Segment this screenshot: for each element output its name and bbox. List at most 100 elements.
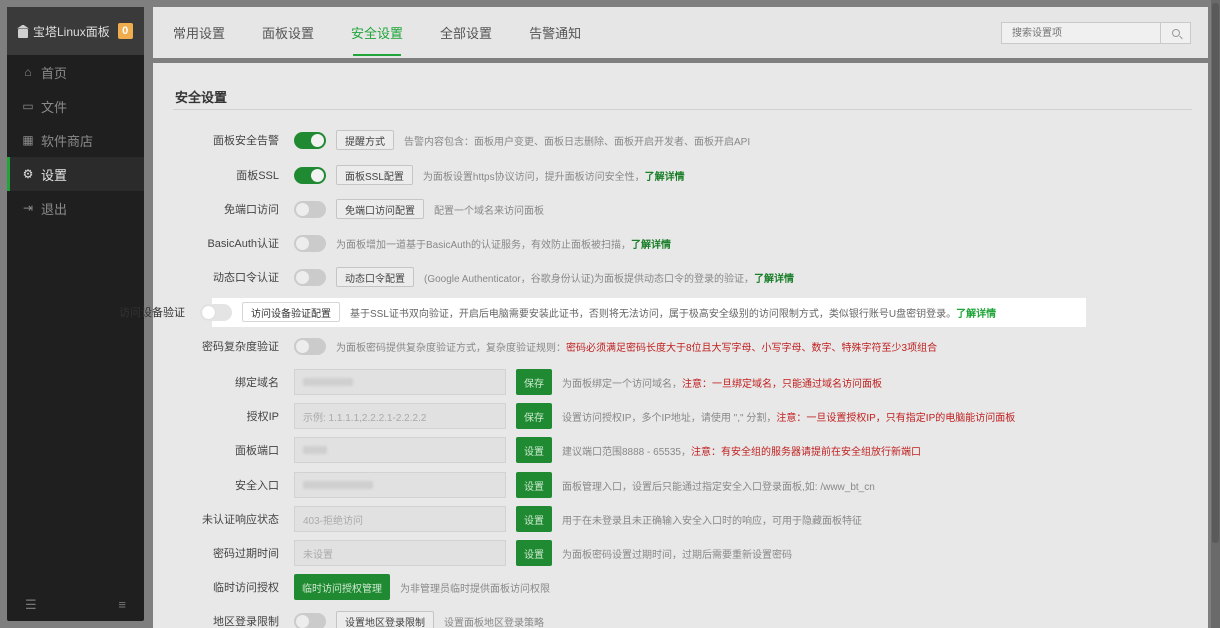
search-button[interactable] <box>1161 22 1191 44</box>
expire-field[interactable]: 未设置 <box>294 540 506 566</box>
sidebar-item-home[interactable]: ⌂ 首页 <box>7 55 144 89</box>
basicauth-toggle[interactable] <box>294 234 326 252</box>
entry-set-button[interactable]: 设置 <box>516 472 552 498</box>
sidebar-item-settings[interactable]: ⚙ 设置 <box>7 157 144 191</box>
tab-alerts[interactable]: 告警通知 <box>529 7 581 58</box>
sidebar-item-files[interactable]: ▭ 文件 <box>7 89 144 123</box>
setting-row-unauth: 未认证响应状态 403-拒绝访问 设置 用于在未登录且未正确输入安全入口时的响应… <box>153 505 1208 533</box>
sidebar-item-store[interactable]: ▦ 软件商店 <box>7 123 144 157</box>
search-icon <box>1171 29 1180 37</box>
device-config-button[interactable]: 访问设备验证配置 <box>242 302 340 322</box>
unauth-set-button[interactable]: 设置 <box>516 506 552 532</box>
ssl-config-button[interactable]: 面板SSL配置 <box>336 165 413 185</box>
expire-set-button[interactable]: 设置 <box>516 540 552 566</box>
home-icon: ⌂ <box>24 65 32 79</box>
tab-all[interactable]: 全部设置 <box>440 7 492 58</box>
setting-row-ssl: 面板SSL 面板SSL配置 为面板设置https协议访问，提升面板访问安全性，了… <box>153 164 1208 186</box>
bt-logo-icon <box>17 25 29 38</box>
setting-desc: 为面板设置https协议访问，提升面板访问安全性，了解详情 <box>422 171 685 183</box>
setting-desc: 设置面板地区登录策略 <box>444 617 544 628</box>
setting-row-ip: 授权IP 示例: 1.1.1.1,2.2.2.1-2.2.2.2 保存 设置访问… <box>153 402 1208 430</box>
tab-common[interactable]: 常用设置 <box>173 7 225 58</box>
setting-label: 访问设备验证 <box>119 307 185 319</box>
port-set-button[interactable]: 设置 <box>516 437 552 463</box>
setting-row-expire: 密码过期时间 未设置 设置 为面板密码设置过期时间，过期后需要重新设置密码 <box>153 539 1208 567</box>
redacted-value <box>303 378 353 386</box>
temp-auth-button[interactable]: 临时访问授权管理 <box>294 574 390 600</box>
setting-row-temp: 临时访问授权 临时访问授权管理 为非管理员临时提供面板访问权限 <box>153 573 1208 601</box>
alarm-config-button[interactable]: 提醒方式 <box>336 130 394 150</box>
search-input[interactable] <box>1001 22 1161 44</box>
unauth-status-field[interactable]: 403-拒绝访问 <box>294 506 506 532</box>
setting-label: 面板安全告警 <box>213 135 279 147</box>
brand-name: 宝塔Linux面板 <box>33 24 110 39</box>
logout-icon: ⇥ <box>22 201 34 215</box>
setting-row-domain: 绑定域名 保存 为面板绑定一个访问域名，注意：一旦绑定域名，只能通过域名访问面板 <box>153 368 1208 396</box>
domain-input[interactable] <box>294 369 506 395</box>
tab-panel[interactable]: 面板设置 <box>262 7 314 58</box>
complexity-toggle[interactable] <box>294 337 326 355</box>
setting-desc: 为面板增加一道基于BasicAuth的认证服务，有效防止面板被扫描，了解详情 <box>336 239 672 251</box>
alarm-toggle[interactable] <box>294 131 326 149</box>
page-scrollbar[interactable] <box>1211 0 1220 628</box>
setting-label: BasicAuth认证 <box>207 238 279 250</box>
learn-more-link[interactable]: 了解详情 <box>956 309 996 320</box>
setting-label: 免端口访问 <box>224 204 279 216</box>
noport-toggle[interactable] <box>294 200 326 218</box>
setting-desc: 为面板密码提供复杂度验证方式，复杂度验证规则：密码必须满足密码长度大于8位且大写… <box>336 342 938 354</box>
highlighted-row: 访问设备验证 访问设备验证配置 基于SSL证书双向验证，开启后电脑需要安装此证书… <box>119 298 1086 327</box>
setting-desc: 配置一个域名来访问面板 <box>434 205 544 217</box>
setting-desc: 基于SSL证书双向验证，开启后电脑需要安装此证书，否则将无法访问，属于极高安全级… <box>350 308 997 320</box>
learn-more-link[interactable]: 了解详情 <box>754 274 794 285</box>
domain-save-button[interactable]: 保存 <box>516 369 552 395</box>
sidebar-item-logout[interactable]: ⇥ 退出 <box>7 191 144 225</box>
setting-desc: (Google Authenticator，谷歌身份认证)为面板提供动态口令的登… <box>424 273 795 285</box>
totp-config-button[interactable]: 动态口令配置 <box>336 267 414 287</box>
scrollbar-thumb[interactable] <box>1212 3 1219 543</box>
setting-row-totp: 动态口令认证 动态口令配置 (Google Authenticator，谷歌身份… <box>153 266 1208 288</box>
setting-label: 密码复杂度验证 <box>202 341 279 353</box>
redacted-value <box>303 446 327 454</box>
setting-desc: 建议端口范围8888 - 65535，注意：有安全组的服务器请提前在安全组放行新… <box>562 446 921 458</box>
setting-label: 授权IP <box>246 411 279 423</box>
noport-config-button[interactable]: 免端口访问配置 <box>336 199 424 219</box>
notification-badge[interactable]: 0 <box>117 23 133 39</box>
redacted-value <box>303 481 373 489</box>
setting-desc: 告警内容包含：面板用户变更、面板日志删除、面板开启开发者、面板开启API <box>404 136 751 148</box>
ip-input[interactable]: 示例: 1.1.1.1,2.2.2.1-2.2.2.2 <box>294 403 506 429</box>
device-toggle[interactable] <box>200 303 232 321</box>
setting-desc: 设置访问授权IP，多个IP地址，请使用 "," 分割，注意：一旦设置授权IP，只… <box>562 412 1016 424</box>
setting-label: 未认证响应状态 <box>202 514 279 526</box>
setting-row-port: 面板端口 设置 建议端口范围8888 - 65535，注意：有安全组的服务器请提… <box>153 436 1208 464</box>
learn-more-link[interactable]: 了解详情 <box>645 172 685 183</box>
setting-row-basicauth: BasicAuth认证 为面板增加一道基于BasicAuth的认证服务，有效防止… <box>153 232 1208 254</box>
grid-icon: ▦ <box>22 133 34 147</box>
setting-desc: 为面板绑定一个访问域名，注意：一旦绑定域名，只能通过域名访问面板 <box>562 378 882 390</box>
learn-more-link[interactable]: 了解详情 <box>631 240 671 251</box>
section-title: 安全设置 <box>175 90 228 105</box>
tab-security[interactable]: 安全设置 <box>351 7 403 58</box>
ssl-toggle[interactable] <box>294 166 326 184</box>
setting-row-device: 访问设备验证 访问设备验证配置 基于SSL证书双向验证，开启后电脑需要安装此证书… <box>59 301 1114 323</box>
setting-desc: 为面板密码设置过期时间，过期后需要重新设置密码 <box>562 549 792 561</box>
setting-desc: 面板管理入口，设置后只能通过指定安全入口登录面板,如: /www_bt_cn <box>562 481 875 493</box>
setting-label: 密码过期时间 <box>213 548 279 560</box>
region-config-button[interactable]: 设置地区登录限制 <box>336 611 434 628</box>
folder-icon: ▭ <box>22 99 34 113</box>
collapse-icon[interactable]: ☰ <box>25 597 37 613</box>
setting-label: 临时访问授权 <box>213 582 279 594</box>
setting-label: 绑定域名 <box>235 377 279 389</box>
setting-label: 地区登录限制 <box>213 616 279 628</box>
setting-row-alarm: 面板安全告警 提醒方式 告警内容包含：面板用户变更、面板日志删除、面板开启开发者… <box>153 129 1208 151</box>
setting-row-complexity: 密码复杂度验证 为面板密码提供复杂度验证方式，复杂度验证规则：密码必须满足密码长… <box>153 335 1208 357</box>
setting-row-noport: 免端口访问 免端口访问配置 配置一个域名来访问面板 <box>153 198 1208 220</box>
region-toggle[interactable] <box>294 612 326 628</box>
gear-icon: ⚙ <box>22 167 34 181</box>
totp-toggle[interactable] <box>294 268 326 286</box>
sidebar-header[interactable]: 宝塔Linux面板 0 <box>7 7 144 55</box>
ip-save-button[interactable]: 保存 <box>516 403 552 429</box>
entry-input[interactable] <box>294 472 506 498</box>
port-input[interactable] <box>294 437 506 463</box>
menu-icon[interactable]: ≡ <box>118 597 126 613</box>
setting-label: 动态口令认证 <box>213 272 279 284</box>
